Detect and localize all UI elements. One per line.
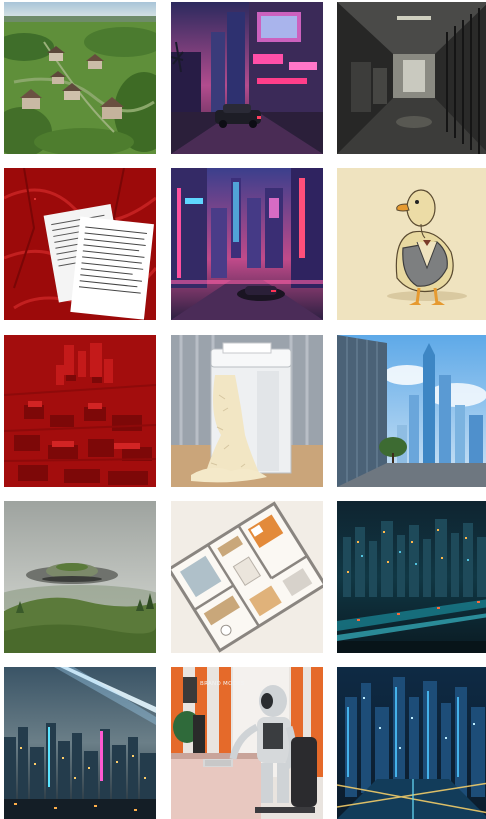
city-lights-image <box>337 501 486 653</box>
gallery-tile-red-city[interactable] <box>4 335 156 487</box>
gallery-tile-documents[interactable] <box>4 168 156 320</box>
robot-office-image: BRAND MODES <box>171 667 323 819</box>
village-image <box>4 2 156 154</box>
gallery-tile-prison-corridor[interactable] <box>337 2 486 154</box>
cyberpunk-street-image <box>171 2 323 154</box>
gallery-tile-robot-office[interactable]: BRAND MODES <box>171 667 323 819</box>
image-gallery-grid: BRAND MODES <box>0 0 486 819</box>
neon-city-image <box>171 168 323 320</box>
documents-image <box>4 168 156 320</box>
gallery-tile-shredder[interactable] <box>171 335 323 487</box>
gallery-tile-duck[interactable] <box>337 168 486 320</box>
floorplan-image <box>171 501 323 653</box>
shredder-image <box>171 335 323 487</box>
prison-corridor-image <box>337 2 486 154</box>
gallery-tile-ufo[interactable] <box>4 501 156 653</box>
gallery-tile-village[interactable] <box>4 2 156 154</box>
gallery-tile-neon-city[interactable] <box>171 168 323 320</box>
red-city-image <box>4 335 156 487</box>
skyscrapers-image <box>337 335 486 487</box>
duck-illustration-image <box>337 168 486 320</box>
gallery-tile-city-lights[interactable] <box>337 501 486 653</box>
gallery-tile-floorplan[interactable] <box>171 501 323 653</box>
blue-city-image <box>337 667 486 819</box>
gallery-tile-neon-street[interactable] <box>171 2 323 154</box>
watermark-text: BRAND MODES <box>200 681 245 687</box>
gallery-tile-blue-city[interactable] <box>337 667 486 819</box>
gallery-tile-city-beam[interactable] <box>4 667 156 819</box>
gallery-tile-skyscrapers[interactable] <box>337 335 486 487</box>
ufo-image <box>4 501 156 653</box>
city-beam-image <box>4 667 156 819</box>
